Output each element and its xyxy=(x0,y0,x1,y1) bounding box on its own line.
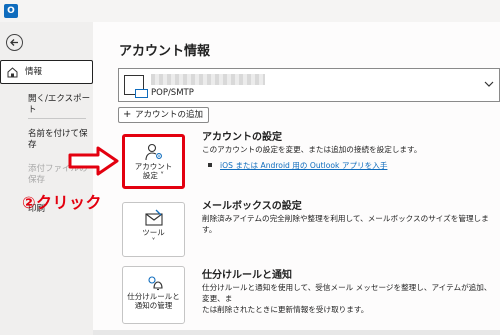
add-account-button[interactable]: + アカウントの追加 xyxy=(118,107,210,123)
mailbox-icon xyxy=(124,75,148,98)
tools-chevron: ˅ xyxy=(151,237,156,246)
rules-alerts-icon xyxy=(147,276,163,291)
rules-alerts-description: 仕分けルールと通知を使用して、受信メール メッセージを整理し、アイテムが追加、変… xyxy=(202,283,492,314)
tools-label: ツール xyxy=(142,228,165,237)
manage-rules-alerts-button[interactable]: 仕分けルールと 通知の管理 xyxy=(122,266,185,324)
account-settings-icon xyxy=(144,143,162,161)
click-annotation-label: ②クリック xyxy=(22,193,103,212)
account-type: POP/SMTP xyxy=(151,88,194,98)
mailbox-settings-description: 削除済みアイテムの完全削除や整理を利用して、メールボックスのサイズを管理します。 xyxy=(202,214,489,234)
account-address-redacted xyxy=(151,74,265,85)
title-bar: O xyxy=(0,0,500,22)
rules-label-1: 仕分けルールと xyxy=(127,292,180,301)
annotation-arrow-icon xyxy=(68,146,119,176)
account-settings-title: アカウントの設定 xyxy=(202,132,282,143)
rules-label-2: 通知の管理 xyxy=(134,301,173,310)
back-arrow-icon xyxy=(10,39,18,46)
mailbox-settings-title: メールボックスの設定 xyxy=(202,201,302,212)
mailbox-cleanup-icon xyxy=(144,209,163,226)
sidebar-item-open-export[interactable]: 開く/エクスポート xyxy=(28,94,92,116)
add-account-label: アカウントの追加 xyxy=(135,110,204,120)
plus-icon: + xyxy=(123,109,132,120)
chevron-down-icon xyxy=(484,81,494,87)
page-title: アカウント情報 xyxy=(119,44,211,59)
rules-alerts-title: 仕分けルールと通知 xyxy=(202,270,292,281)
account-selector[interactable]: POP/SMTP xyxy=(118,68,500,102)
sidebar-item-info[interactable]: 情報 xyxy=(0,60,93,84)
sidebar-item-info-label: 情報 xyxy=(25,67,43,77)
outlook-app-icon: O xyxy=(4,4,18,18)
account-settings-description: このアカウントの設定を変更、または追加の接続を設定します。 xyxy=(202,145,422,154)
account-settings-label-2: 設定 ˅ xyxy=(142,171,165,180)
home-icon xyxy=(7,67,18,78)
account-settings-label-1: アカウント xyxy=(134,162,173,171)
back-button[interactable] xyxy=(6,34,23,51)
sidebar-divider xyxy=(28,118,86,119)
account-settings-button[interactable]: アカウント 設定 ˅ xyxy=(122,134,185,189)
get-mobile-app-link[interactable]: iOS または Android 用の Outlook アプリを入手 xyxy=(220,161,387,170)
account-info-panel: アカウント情報 POP/SMTP + アカウントの追加 アカウント 設定 ˅ ア… xyxy=(93,22,500,335)
next-section-edge xyxy=(93,330,500,335)
tools-button[interactable]: ツール ˅ xyxy=(122,202,185,257)
backstage-sidebar: 情報 開く/エクスポート 名前を付けて保存 添付ファイルの保存 印刷 xyxy=(0,22,93,335)
get-mobile-app-item: iOS または Android 用の Outlook アプリを入手 xyxy=(208,160,387,171)
